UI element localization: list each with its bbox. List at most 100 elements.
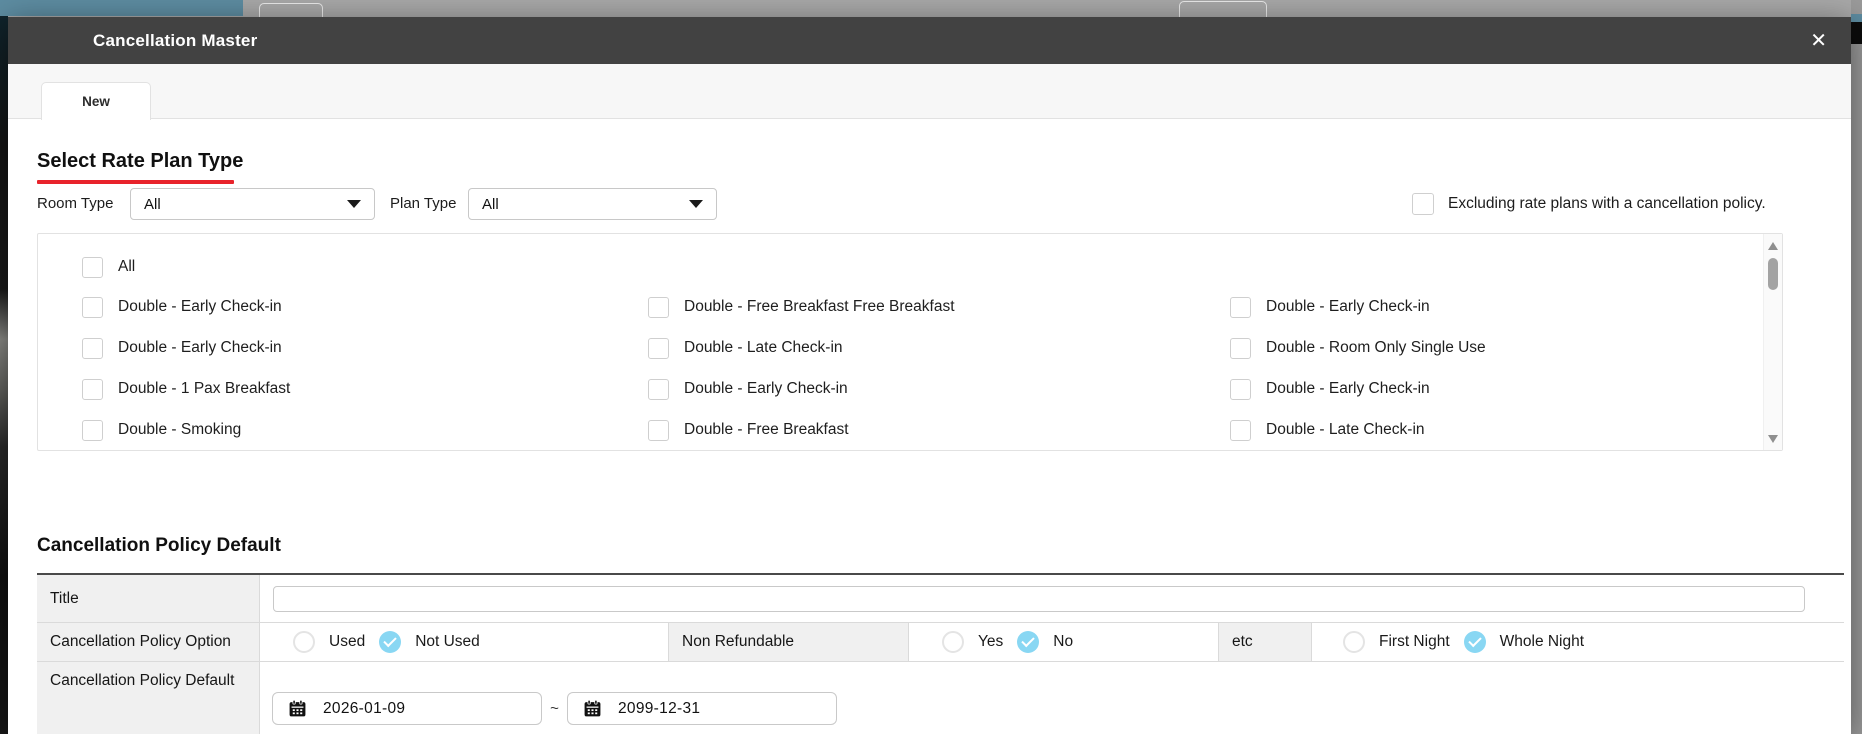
room-type-label: Room Type <box>37 195 114 212</box>
no-radio[interactable] <box>1017 631 1040 653</box>
not-used-radio-label: Not Used <box>415 633 480 650</box>
exclude-checkbox[interactable] <box>1412 193 1434 215</box>
non-refundable-radio-group: Yes No <box>942 631 1073 653</box>
window-scrollbar[interactable] <box>1851 0 1862 734</box>
list-item: Double - Early Check-in <box>1230 378 1430 400</box>
scroll-down-icon[interactable] <box>1768 435 1778 443</box>
used-radio[interactable] <box>293 631 315 653</box>
yes-radio-label: Yes <box>978 633 1004 650</box>
not-used-radio[interactable] <box>379 631 402 653</box>
plan-checkbox[interactable] <box>1230 378 1251 400</box>
tab-new[interactable]: New <box>41 82 151 120</box>
table-row-title: Title <box>37 575 1844 623</box>
date-from-field[interactable]: 2026-01-09 <box>272 692 542 725</box>
dialog-header: Cancellation Master ✕ <box>8 17 1851 64</box>
list-item: Double - Free Breakfast Free Breakfast <box>648 296 955 318</box>
plan-checkbox[interactable] <box>648 296 669 318</box>
scroll-up-icon[interactable] <box>1768 242 1778 250</box>
plan-label: Double - Smoking <box>118 421 242 438</box>
plan-label: Double - Free Breakfast Free Breakfast <box>684 298 955 315</box>
plan-checkbox[interactable] <box>648 337 669 359</box>
exclude-checkbox-label: Excluding rate plans with a cancellation… <box>1448 195 1766 212</box>
plan-checkbox[interactable] <box>82 337 103 359</box>
cancellation-master-dialog: Cancellation Master ✕ New Select Rate Pl… <box>8 17 1851 734</box>
room-type-select[interactable]: All <box>130 188 375 220</box>
list-item: Double - Early Check-in <box>648 378 848 400</box>
close-icon[interactable]: ✕ <box>1806 17 1831 64</box>
list-item: Double - Free Breakfast <box>648 419 849 441</box>
title-input[interactable] <box>273 585 1805 612</box>
list-item: Double - Early Check-in <box>82 296 282 318</box>
plan-label: Double - Early Check-in <box>118 298 282 315</box>
list-item-select-all: All <box>82 256 135 278</box>
background-right-dark <box>1851 22 1862 44</box>
calendar-icon <box>289 699 306 717</box>
background-right-teal <box>1851 14 1862 22</box>
plan-checkbox[interactable] <box>1230 337 1251 359</box>
table-row-policy-default: Cancellation Policy Default 2026-01-09 ~… <box>37 662 1844 734</box>
used-radio-label: Used <box>329 633 366 650</box>
list-item: Double - Smoking <box>82 419 241 441</box>
plan-checkbox[interactable] <box>82 378 103 400</box>
policy-option-row-label: Cancellation Policy Option <box>37 623 260 661</box>
plan-label: Double - Early Check-in <box>118 339 282 356</box>
no-radio-label: No <box>1053 633 1074 650</box>
plan-type-select[interactable]: All <box>468 188 717 220</box>
first-night-radio[interactable] <box>1343 631 1365 653</box>
yes-radio[interactable] <box>942 631 964 653</box>
first-night-radio-label: First Night <box>1379 633 1450 650</box>
plan-label: Double - 1 Pax Breakfast <box>118 380 291 397</box>
whole-night-radio-label: Whole Night <box>1499 633 1585 650</box>
plan-label: Double - Early Check-in <box>684 380 848 397</box>
list-scrollbar[interactable] <box>1763 234 1782 450</box>
plan-checkbox[interactable] <box>648 378 669 400</box>
date-to-value: 2099-12-31 <box>618 699 701 717</box>
title-row-label: Title <box>37 575 260 622</box>
dialog-title: Cancellation Master <box>93 31 258 50</box>
plan-checkbox[interactable] <box>648 419 669 441</box>
heading-underline <box>37 180 234 184</box>
date-from-value: 2026-01-09 <box>323 699 406 717</box>
list-item: Double - Late Check-in <box>648 337 843 359</box>
section-heading-rate-plan: Select Rate Plan Type <box>37 150 244 172</box>
plan-checkbox[interactable] <box>1230 296 1251 318</box>
tab-bar: New <box>8 64 1851 120</box>
policy-default-row-label: Cancellation Policy Default <box>37 662 260 734</box>
policy-table: Title Cancellation Policy Option Used No… <box>37 573 1844 734</box>
plan-label: Double - Early Check-in <box>1266 298 1430 315</box>
plan-label: Double - Late Check-in <box>684 339 843 356</box>
rate-plan-list: All Double - Early Check-in Double - Fre… <box>37 233 1783 451</box>
list-item: Double - Room Only Single Use <box>1230 337 1486 359</box>
room-type-value: All <box>144 195 161 213</box>
whole-night-radio[interactable] <box>1463 631 1486 653</box>
list-item: Double - Early Check-in <box>82 337 282 359</box>
background-left-edge <box>0 16 8 734</box>
background-header-strip <box>0 0 243 16</box>
night-radio-group: First Night Whole Night <box>1343 631 1584 653</box>
table-row-policy-option: Cancellation Policy Option Used Not Used… <box>37 623 1844 662</box>
plan-type-value: All <box>482 195 499 213</box>
plan-label: Double - Free Breakfast <box>684 421 849 438</box>
list-item: Double - Early Check-in <box>1230 296 1430 318</box>
list-item: Double - 1 Pax Breakfast <box>82 378 290 400</box>
plan-label: Double - Room Only Single Use <box>1266 339 1486 356</box>
etc-label: etc <box>1219 623 1312 661</box>
exclude-rate-plans-option: Excluding rate plans with a cancellation… <box>1412 188 1766 220</box>
select-all-label: All <box>118 258 136 275</box>
date-to-field[interactable]: 2099-12-31 <box>567 692 837 725</box>
plan-checkbox[interactable] <box>1230 419 1251 441</box>
list-item: Double - Late Check-in <box>1230 419 1425 441</box>
section-heading-policy-default: Cancellation Policy Default <box>37 535 281 556</box>
plan-checkbox[interactable] <box>82 419 103 441</box>
scrollbar-thumb[interactable] <box>1768 258 1778 290</box>
screen: Cancellation Master ✕ New Select Rate Pl… <box>0 0 1862 734</box>
plan-label: Double - Late Check-in <box>1266 421 1425 438</box>
plan-type-label: Plan Type <box>390 195 457 212</box>
select-all-checkbox[interactable] <box>82 256 103 278</box>
chevron-down-icon <box>689 200 703 208</box>
used-radio-group: Used Not Used <box>293 631 480 653</box>
chevron-down-icon <box>347 200 361 208</box>
calendar-icon <box>584 699 601 717</box>
plan-checkbox[interactable] <box>82 296 103 318</box>
plan-label: Double - Early Check-in <box>1266 380 1430 397</box>
